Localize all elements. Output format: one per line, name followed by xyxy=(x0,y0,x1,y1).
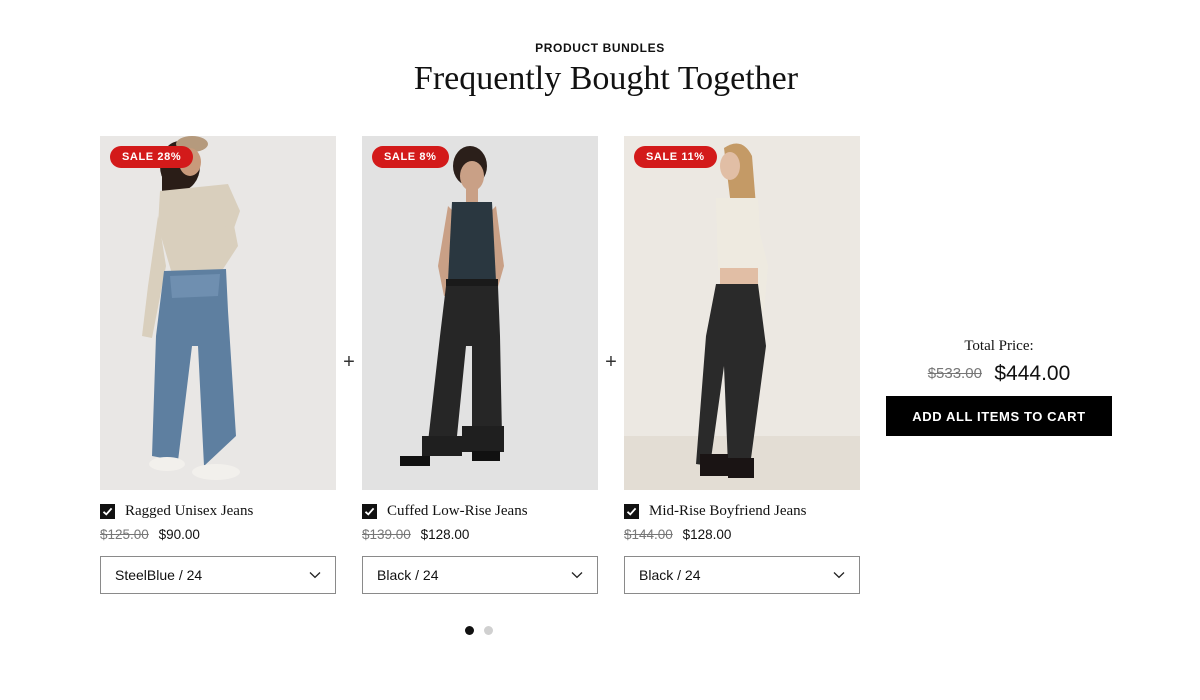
product-card: SALE 11% Mid-Rise Boyfriend Jeans $144.0… xyxy=(624,136,860,594)
chevron-down-icon xyxy=(833,572,845,579)
product-checkbox[interactable] xyxy=(362,503,377,519)
variant-select-value: Black / 24 xyxy=(377,567,439,583)
sale-price: $128.00 xyxy=(420,527,470,542)
sale-badge: SALE 11% xyxy=(634,146,717,168)
check-icon xyxy=(102,507,113,516)
product-image[interactable]: SALE 8% xyxy=(362,136,598,490)
chevron-down-icon xyxy=(309,572,321,579)
product-checkbox[interactable] xyxy=(624,503,639,519)
variant-select-value: SteelBlue / 24 xyxy=(115,567,203,583)
total-compare-price: $533.00 xyxy=(927,365,982,382)
product-card: SALE 8% Cuffed Low-Rise Jeans $139.00 $1… xyxy=(362,136,598,594)
compare-price: $139.00 xyxy=(362,527,411,542)
check-icon xyxy=(364,507,375,516)
variant-select[interactable]: Black / 24 xyxy=(362,556,598,594)
section-eyebrow: PRODUCT BUNDLES xyxy=(535,41,665,55)
total-price-label: Total Price: xyxy=(964,338,1034,354)
sale-badge: SALE 8% xyxy=(372,146,449,168)
total-price: $533.00 $444.00 xyxy=(886,362,1112,386)
plus-separator: + xyxy=(343,351,355,373)
compare-price: $144.00 xyxy=(624,527,673,542)
variant-select[interactable]: SteelBlue / 24 xyxy=(100,556,336,594)
product-checkbox[interactable] xyxy=(100,503,115,519)
sale-badge: SALE 28% xyxy=(110,146,194,168)
total-sale-price: $444.00 xyxy=(994,362,1071,385)
add-all-to-cart-button[interactable]: ADD ALL ITEMS TO CART xyxy=(886,396,1112,436)
pagination-dot-1[interactable] xyxy=(465,626,474,635)
product-image[interactable]: SALE 11% xyxy=(624,136,860,490)
sale-price: $128.00 xyxy=(682,527,732,542)
chevron-down-icon xyxy=(571,572,583,579)
variant-select[interactable]: Black / 24 xyxy=(624,556,860,594)
product-image[interactable]: SALE 28% xyxy=(100,136,336,490)
section-title: Frequently Bought Together xyxy=(413,60,799,97)
pagination-dot-2[interactable] xyxy=(484,626,493,635)
product-name[interactable]: Cuffed Low-Rise Jeans xyxy=(387,503,528,520)
variant-select-value: Black / 24 xyxy=(639,567,701,583)
plus-separator: + xyxy=(605,351,617,373)
check-icon xyxy=(626,507,637,516)
product-name[interactable]: Mid-Rise Boyfriend Jeans xyxy=(649,503,806,520)
carousel-pagination xyxy=(465,626,493,635)
sale-price: $90.00 xyxy=(158,527,200,542)
product-name[interactable]: Ragged Unisex Jeans xyxy=(125,503,253,520)
product-card: SALE 28% Ragged Unisex Jeans $125.00 $90… xyxy=(100,136,336,594)
compare-price: $125.00 xyxy=(100,527,149,542)
